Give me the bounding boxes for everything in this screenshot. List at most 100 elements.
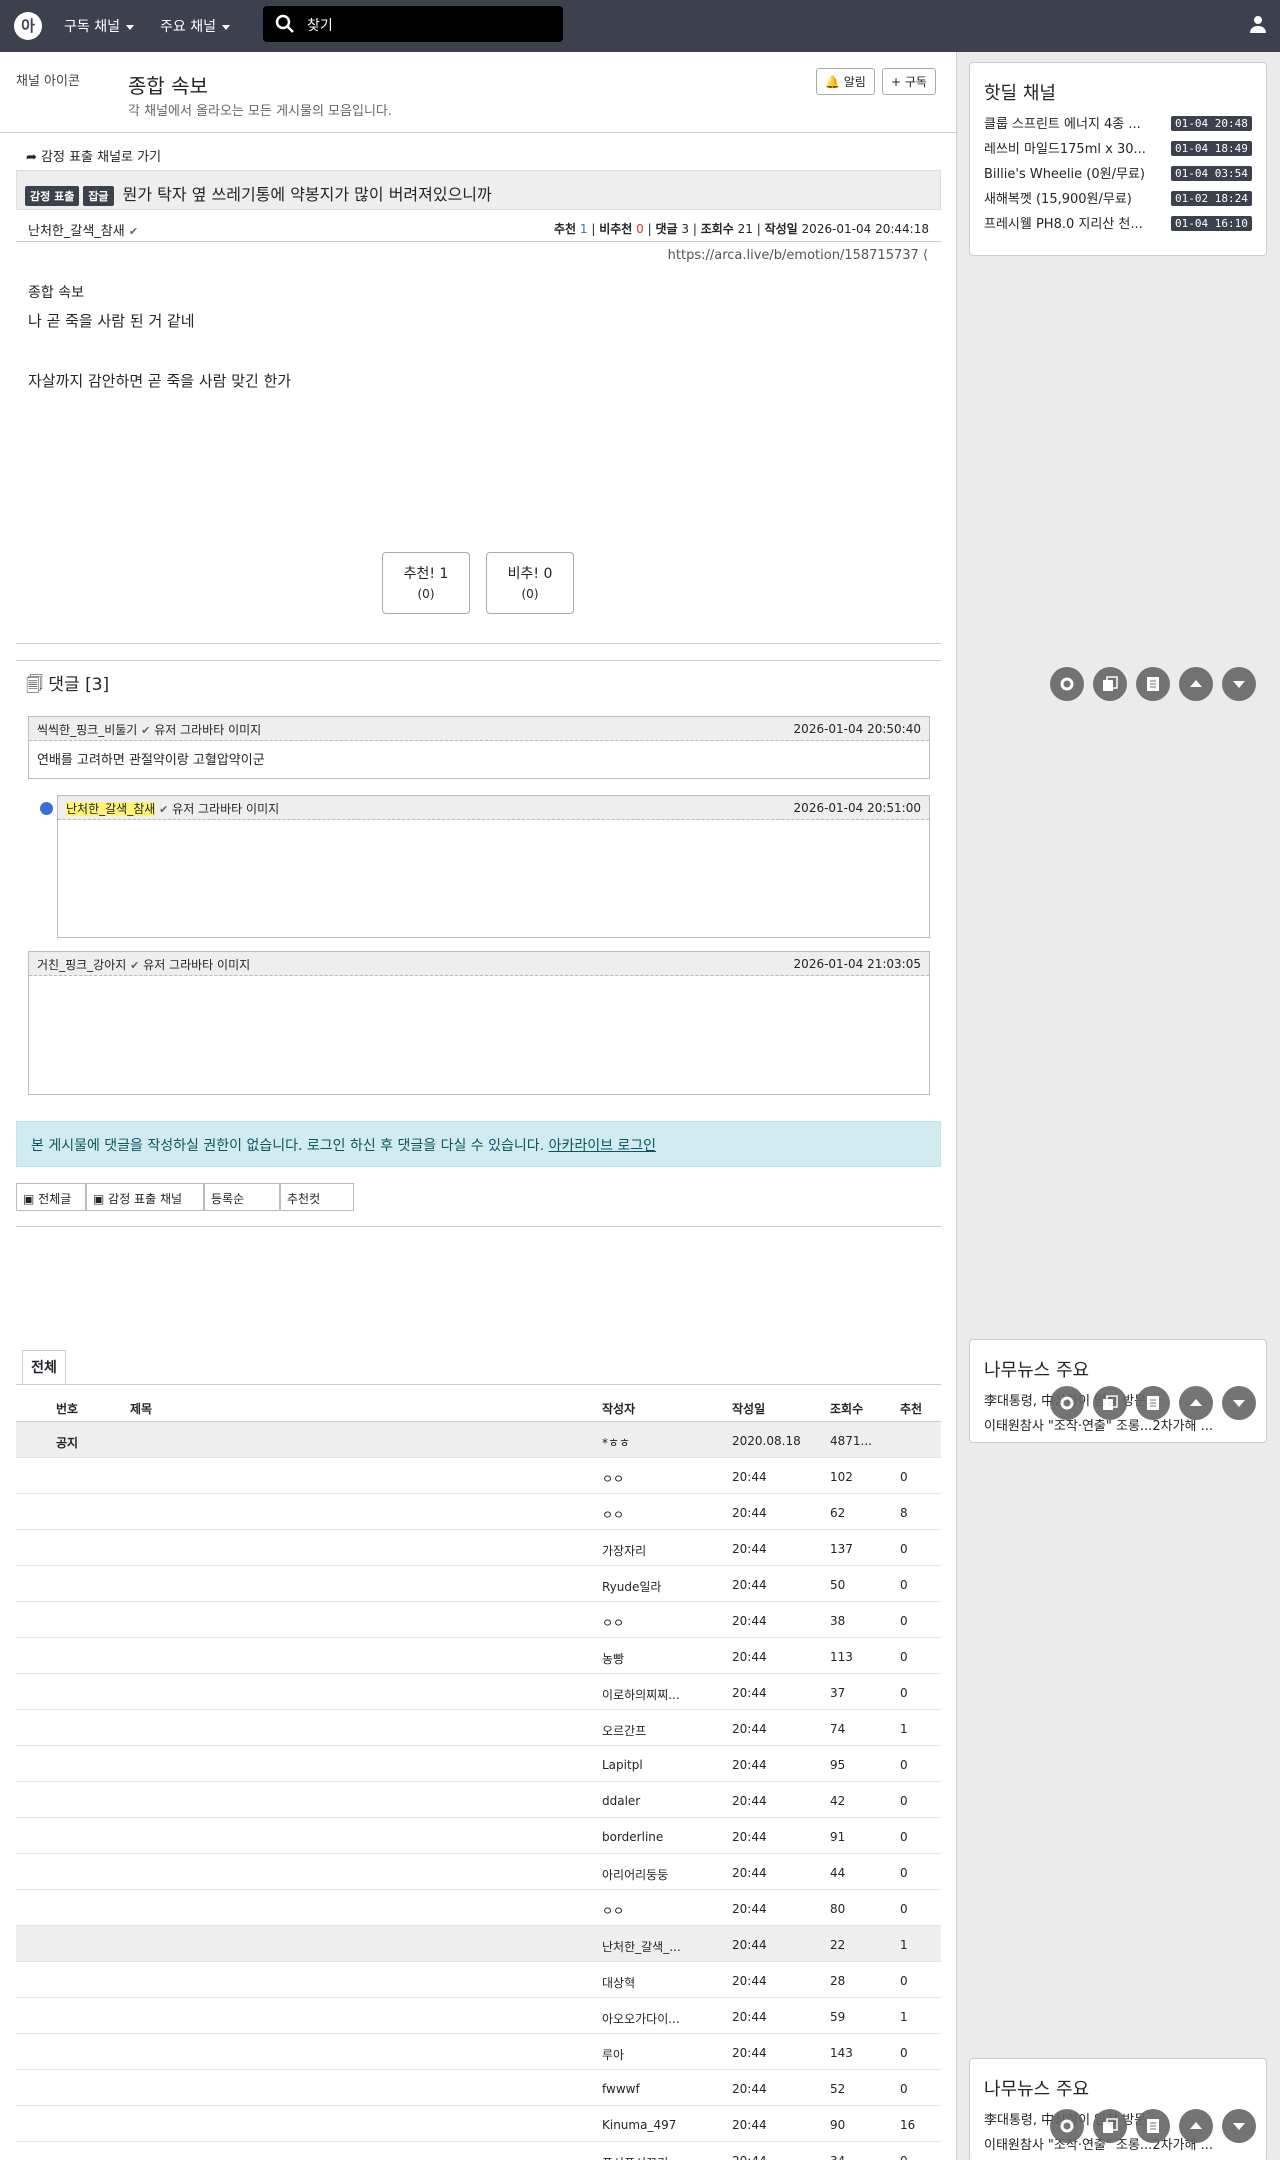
post-author[interactable]: 루아 bbox=[602, 2046, 712, 2063]
downvote-button[interactable]: 비추! 0 (0) bbox=[486, 552, 574, 614]
comment-author[interactable]: 거친_핑크_강아지 bbox=[37, 958, 126, 972]
hotdeal-item[interactable]: 새해복껫 (15,900원/무료) 01-02 18:24 bbox=[970, 188, 1266, 213]
post-author[interactable]: ㅇㅇ bbox=[602, 1902, 712, 1919]
post-author[interactable]: 포시포시꼬리... bbox=[602, 2154, 712, 2160]
hotdeal-title[interactable]: 핫딜 채널 bbox=[984, 79, 1266, 105]
user-icon[interactable] bbox=[1248, 14, 1268, 34]
table-row[interactable]: 마비노기 모바일바로 손버릇나쁜 메스가키표정 [10]가장자리20:44137… bbox=[16, 1530, 941, 1566]
table-row[interactable]: 붕괴3rd리타 고리 종결기 허수즉사 뭔가 뭔가임 [3]아리어리둥둥20:4… bbox=[16, 1854, 941, 1890]
board-tab-channel[interactable]: ▣ 감정 표출 채널 bbox=[86, 1183, 204, 1211]
post-rec: 0 bbox=[900, 1902, 908, 1916]
post-author[interactable]: ddaler bbox=[602, 1794, 712, 1808]
table-row[interactable]: 붕괴3rd와 시팔 텔레마 회피컨 하다가 2만번 실패 하니까 모근에 ...… bbox=[16, 1602, 941, 1638]
tab-all-posts[interactable]: 전체 bbox=[22, 1350, 66, 1384]
post-author[interactable]: fwwwf bbox=[602, 2082, 712, 2096]
post-author[interactable]: ㅇㅇ bbox=[602, 1506, 712, 1523]
article-url[interactable]: https://arca.live/b/emotion/158715737 ⟨ bbox=[668, 248, 928, 263]
hotdeal-text: 클룹 스프린트 에너지 4종 ... bbox=[984, 117, 1141, 132]
table-row[interactable]: 공지아카라이브 모바일 앱 이용 안내(iOS/Android)*ㅎㅎ2020.… bbox=[16, 1422, 941, 1458]
table-row[interactable]: 붕괴 스타레일이제 금빛 영흔 짬처리에는 누가 들어올까 [8]농빵20:44… bbox=[16, 1638, 941, 1674]
arrow-up-button[interactable] bbox=[1179, 1386, 1213, 1420]
table-row[interactable]: 카오스 제로 나이트메어그런데 카오스 둘때 함선은 어딨어요? [6]오르간프… bbox=[16, 1710, 941, 1746]
table-row[interactable]: 홀로라이브코요빙고?ddaler20:44420 bbox=[16, 1782, 941, 1818]
news-item[interactable]: 이태원참사 "조작·연출" 조롱...2차가해 ... bbox=[970, 1415, 1266, 1440]
gear-button[interactable] bbox=[1050, 667, 1084, 701]
table-row[interactable]: 명일방주딱코딱뎀 해옴 [6]ㅇㅇ20:44628 bbox=[16, 1494, 941, 1530]
news-title[interactable]: 나무뉴스 주요 bbox=[984, 2075, 1266, 2101]
hotdeal-item[interactable]: 프레시웰 PH8.0 지리산 천... 01-04 16:10 bbox=[970, 213, 1266, 238]
chevron-down-icon bbox=[125, 24, 134, 30]
category-badge[interactable]: 잡글 bbox=[83, 185, 114, 206]
gear-button[interactable] bbox=[1050, 2109, 1084, 2143]
channel-title[interactable]: 종합 속보 bbox=[128, 70, 208, 99]
arrow-up-button[interactable] bbox=[1179, 667, 1213, 701]
divider bbox=[16, 660, 941, 661]
table-row[interactable]: 감정 표출잡글뭔가 탁자 옆 쓰레기통에 약봉지가 많이 버려져있... [3]… bbox=[16, 1926, 941, 1962]
post-author[interactable]: Lapitpl bbox=[602, 1758, 712, 1772]
post-author[interactable]: ㅇㅇ bbox=[602, 1470, 712, 1487]
table-row[interactable]: 동방프로젝트창작첸 [11]Kinuma_49720:449016 bbox=[16, 2106, 941, 2142]
post-author[interactable]: *ㅎㅎ bbox=[602, 1434, 712, 1451]
copy-button[interactable] bbox=[1093, 2109, 1127, 2143]
post-author[interactable]: 아리어리둥둥 bbox=[602, 1866, 712, 1883]
arrow-down-button[interactable] bbox=[1222, 2109, 1256, 2143]
comment-author[interactable]: 씩씩한_핑크_비둘기 bbox=[37, 723, 137, 737]
board-tab-all[interactable]: ▣ 전체글 bbox=[16, 1183, 86, 1211]
gear-button[interactable] bbox=[1050, 1386, 1084, 1420]
col-views: 조회수 bbox=[830, 1402, 864, 1416]
table-row[interactable]: 버츄얼 유튜버와 보지가 세개 [2]이로하의찌찌...20:44370 bbox=[16, 1674, 941, 1710]
view-label: 조회수 bbox=[700, 222, 734, 236]
search-input[interactable]: 찾기 bbox=[263, 6, 563, 42]
copy-button[interactable] bbox=[1093, 667, 1127, 701]
table-row[interactable]: 스타세이비어스세는 갓겜임 [11]루아20:441430 bbox=[16, 2034, 941, 2070]
main-channels-dropdown[interactable]: 주요 채널 bbox=[160, 16, 230, 36]
post-author[interactable]: 오르간프 bbox=[602, 1722, 712, 1739]
table-row[interactable]: 명일방주근데 진짜 가미야를 쓸곳이없아.. [6]borderline20:4… bbox=[16, 1818, 941, 1854]
post-rec: 0 bbox=[900, 1974, 908, 1988]
table-row[interactable]: 이터널 리턴나 이제 글레온 먼가 깨달은듯.대상혁20:44280 bbox=[16, 1962, 941, 1998]
copy-button[interactable] bbox=[1093, 1386, 1127, 1420]
post-author[interactable]: 난처한_갈색_... bbox=[602, 1938, 712, 1955]
table-row[interactable]: 홀로라이브코요빙고!포시포시꼬리...20:44340 bbox=[16, 2142, 941, 2160]
table-row[interactable]: 홀로라이브아니 이게 3기생 둘이서 싸움이 멋있는 포인트가 [2]아오오가다… bbox=[16, 1998, 941, 2034]
upvote-button[interactable]: 추천! 1 (0) bbox=[382, 552, 470, 614]
table-row[interactable]: 주식데이장 프장때 자 조선 롱숭이 다 탑승하셨죠? [2]ㅇㅇ20:4480… bbox=[16, 1890, 941, 1926]
list-button[interactable] bbox=[1136, 2109, 1170, 2143]
post-author[interactable]: 아오오가다이... bbox=[602, 2010, 712, 2027]
board-tab-order[interactable]: 등록순 bbox=[204, 1183, 280, 1211]
post-author[interactable]: 대상혁 bbox=[602, 1974, 712, 1991]
hotdeal-item[interactable]: Billie's Wheelie (0원/무료) 01-04 03:54 bbox=[970, 163, 1266, 188]
news-title[interactable]: 나무뉴스 주요 bbox=[984, 1356, 1266, 1382]
comment-author[interactable]: 난처한_갈색_참새 bbox=[66, 802, 156, 816]
goto-channel-link[interactable]: ➦ 감정 표출 채널로 가기 bbox=[26, 146, 161, 165]
site-logo[interactable]: 아 bbox=[14, 12, 42, 40]
post-author[interactable]: 농빵 bbox=[602, 1650, 712, 1667]
post-author[interactable]: 가장자리 bbox=[602, 1542, 712, 1559]
article-author[interactable]: 난처한_갈색_참새 ✔ bbox=[28, 220, 138, 239]
arrow-down-button[interactable] bbox=[1222, 1386, 1256, 1420]
list-button[interactable] bbox=[1136, 1386, 1170, 1420]
table-row[interactable]: 리버스 1999초딩때 읽었던 만화책 [7]fwwwf20:44520 bbox=[16, 2070, 941, 2106]
hotdeal-item[interactable]: 레쓰비 마일드175ml x 30... 01-04 18:49 bbox=[970, 138, 1266, 163]
share-icon[interactable]: ⟨ bbox=[923, 248, 928, 263]
post-author[interactable]: Ryude일라 bbox=[602, 1578, 712, 1595]
alarm-button[interactable]: 🔔 알림 bbox=[816, 68, 875, 95]
table-row[interactable]: 메이플스토리ㅈ밥 카이 컷 [3]Ryude일라20:44500 bbox=[16, 1566, 941, 1602]
post-author[interactable]: Kinuma_497 bbox=[602, 2118, 712, 2132]
subscribe-button[interactable]: + 구독 bbox=[882, 68, 936, 95]
post-author[interactable]: borderline bbox=[602, 1830, 712, 1844]
hotdeal-item[interactable]: 클룹 스프린트 에너지 4종 ... 01-04 20:48 bbox=[970, 113, 1266, 138]
board-tab-best[interactable]: 추천컷 bbox=[280, 1183, 354, 1211]
subscribed-channels-dropdown[interactable]: 구독 채널 bbox=[64, 16, 134, 36]
arrow-down-button[interactable] bbox=[1222, 667, 1256, 701]
category-badge[interactable]: 감정 표출 bbox=[25, 185, 80, 206]
downvote-label: 비추! 0 bbox=[507, 566, 553, 582]
list-button[interactable] bbox=[1136, 667, 1170, 701]
post-author[interactable]: ㅇㅇ bbox=[602, 1614, 712, 1631]
arrow-up-icon bbox=[1190, 1399, 1202, 1406]
arrow-up-button[interactable] bbox=[1179, 2109, 1213, 2143]
table-row[interactable]: 원신북극의 나행시인가 이거 6막 얼마나 걸림? [8]ㅇㅇ20:441020 bbox=[16, 1458, 941, 1494]
post-author[interactable]: 이로하의찌찌... bbox=[602, 1686, 712, 1703]
table-row[interactable]: 승리의 여신 니케니케들 이건 어케함? [3]Lapitpl20:44950 bbox=[16, 1746, 941, 1782]
login-link[interactable]: 아카라이브 로그인 bbox=[549, 1138, 657, 1154]
